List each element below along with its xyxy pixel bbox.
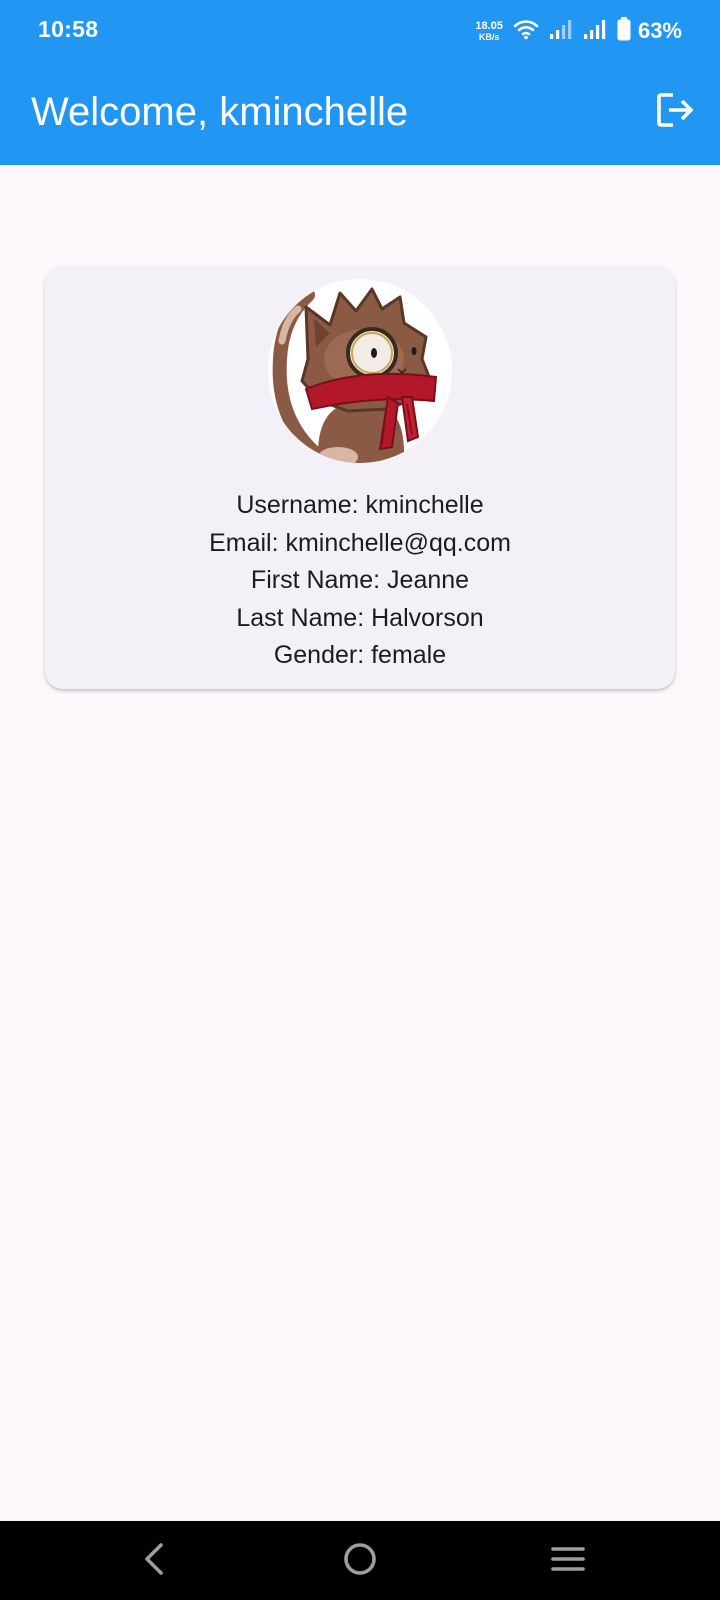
email-text: Email: kminchelle@qq.com — [209, 528, 511, 557]
status-time: 10:58 — [38, 16, 99, 42]
gender-text: Gender: female — [273, 641, 447, 669]
signal-icon — [549, 18, 573, 45]
page-title: Welcome, kminchelle — [31, 90, 409, 134]
status-icons: 18.05 KB/s 63% — [475, 14, 682, 48]
home-icon — [342, 1541, 378, 1582]
home-button[interactable] — [332, 1535, 388, 1587]
signal-icon — [583, 18, 607, 45]
network-speed-unit: KB/s — [478, 31, 500, 42]
system-nav-bar — [0, 1521, 720, 1600]
app-bar: 10:58 18.05 KB/s 63% Welcome, kminchelle — [0, 0, 720, 165]
battery-percent: 63% — [637, 18, 682, 43]
profile-info: Username: kminchelle Email: kminchelle@q… — [45, 487, 675, 675]
logout-icon — [656, 91, 696, 134]
first-name-text: First Name: Jeanne — [250, 566, 470, 594]
back-icon — [141, 1542, 167, 1581]
avatar — [268, 279, 452, 463]
cat-avatar-image — [268, 279, 452, 463]
username-text: Username: kminchelle — [236, 491, 484, 519]
recents-button[interactable] — [540, 1535, 596, 1587]
network-speed-value: 18.05 — [475, 19, 503, 32]
wifi-icon — [513, 18, 539, 45]
last-name-text: Last Name: Halvorson — [236, 603, 484, 632]
logout-button[interactable] — [652, 88, 700, 136]
network-speed: 18.05 KB/s — [475, 19, 503, 42]
status-bar: 10:58 18.05 KB/s 63% — [0, 0, 720, 62]
profile-card: Username: kminchelle Email: kminchelle@q… — [45, 266, 675, 689]
recents-menu-icon — [550, 1544, 586, 1579]
back-button[interactable] — [126, 1535, 182, 1587]
battery-icon — [617, 16, 631, 46]
